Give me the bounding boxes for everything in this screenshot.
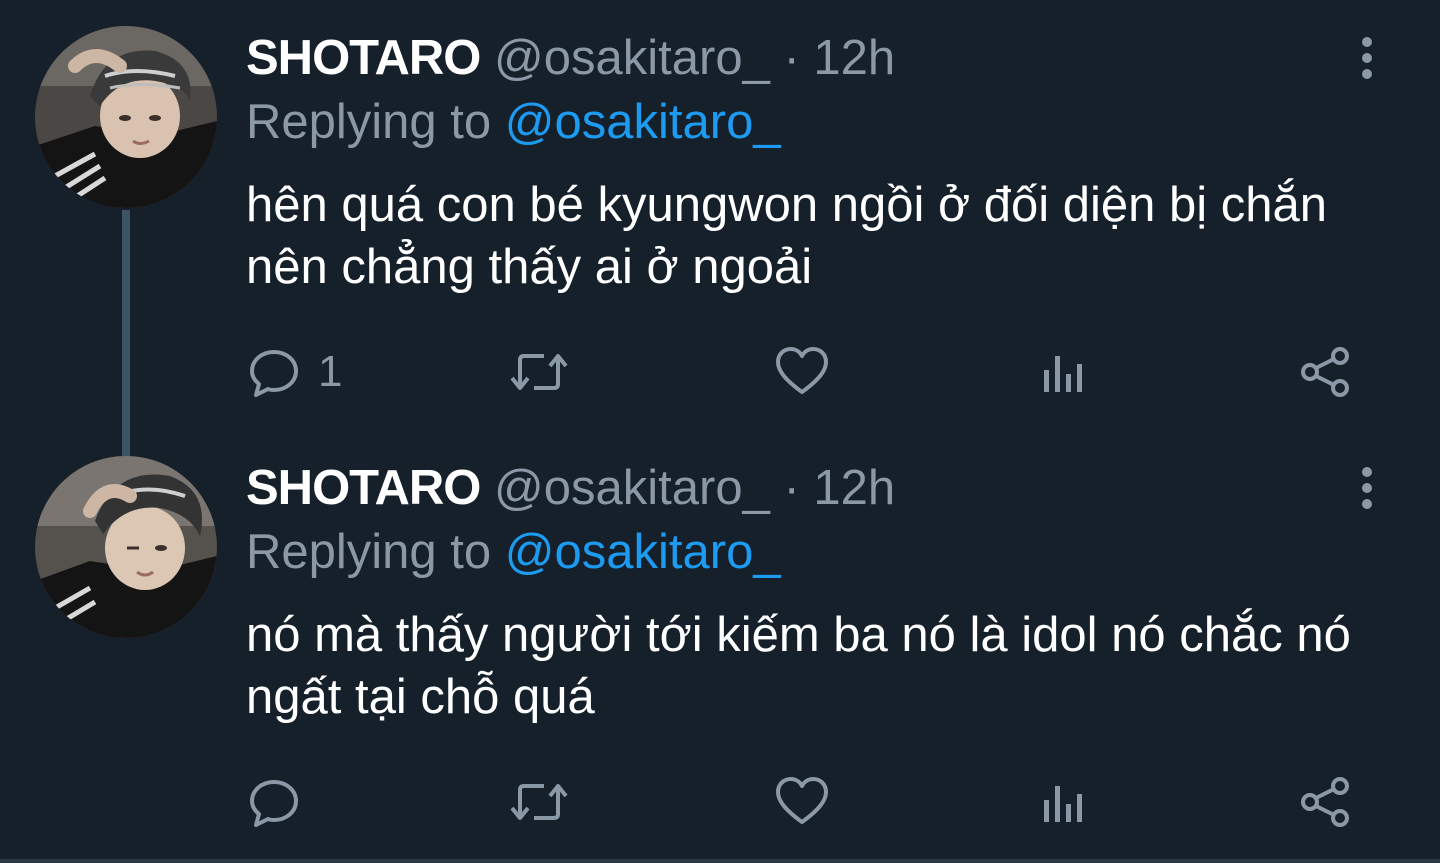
replying-handle-link[interactable]: @osakitaro_ xyxy=(505,95,781,149)
analytics-button[interactable] xyxy=(1040,772,1088,832)
timestamp[interactable]: 12h xyxy=(813,31,895,85)
tweet-text: hên quá con bé kyungwon ngồi ở đối diện … xyxy=(246,178,1327,294)
heart-icon xyxy=(776,777,828,824)
retweet-icon xyxy=(510,784,568,820)
analytics-icon xyxy=(1044,786,1082,822)
thread-line xyxy=(122,210,130,456)
like-button[interactable] xyxy=(774,772,830,832)
replying-handle-link[interactable]: @osakitaro_ xyxy=(505,525,781,579)
reply-icon xyxy=(250,350,298,397)
replying-to: Replying to @osakitaro_ xyxy=(246,522,781,582)
share-icon xyxy=(1301,777,1349,827)
more-options-button[interactable] xyxy=(1350,466,1384,514)
reply-icon xyxy=(250,780,298,827)
more-options-button[interactable] xyxy=(1350,36,1384,84)
tweet[interactable]: SHOTARO @osakitaro_ · 12h Replying to @o… xyxy=(0,0,1440,456)
replying-to: Replying to @osakitaro_ xyxy=(246,92,781,152)
replying-label: Replying to xyxy=(246,525,492,579)
like-button[interactable] xyxy=(774,342,830,402)
separator: · xyxy=(783,461,800,515)
tweet-actions: 1 xyxy=(0,342,1440,402)
tweet[interactable]: SHOTARO @osakitaro_ · 12h Replying to @o… xyxy=(0,430,1440,863)
divider xyxy=(0,859,1440,863)
heart-icon xyxy=(776,347,828,394)
retweet-button[interactable] xyxy=(508,772,570,832)
retweet-button[interactable] xyxy=(508,342,570,402)
share-button[interactable] xyxy=(1298,772,1354,832)
more-vertical-icon xyxy=(1362,467,1372,509)
more-vertical-icon xyxy=(1362,37,1372,79)
avatar[interactable] xyxy=(35,26,217,208)
display-name[interactable]: SHOTARO xyxy=(246,461,481,515)
user-handle[interactable]: @osakitaro_ xyxy=(494,461,770,515)
tweet-text: nó mà thấy người tới kiếm ba nó là idol … xyxy=(246,608,1351,724)
timestamp[interactable]: 12h xyxy=(813,461,895,515)
replying-label: Replying to xyxy=(246,95,492,149)
reply-count: 1 xyxy=(318,347,343,396)
reply-button[interactable] xyxy=(246,772,318,832)
share-icon xyxy=(1301,347,1349,397)
tweet-header: SHOTARO @osakitaro_ · 12h xyxy=(246,458,895,518)
retweet-icon xyxy=(510,354,568,390)
avatar[interactable] xyxy=(35,456,217,638)
analytics-icon xyxy=(1044,356,1082,392)
display-name[interactable]: SHOTARO xyxy=(246,31,481,85)
tweet-header: SHOTARO @osakitaro_ · 12h xyxy=(246,28,895,88)
tweet-actions xyxy=(0,772,1440,832)
share-button[interactable] xyxy=(1298,342,1354,402)
reply-button[interactable]: 1 xyxy=(246,342,342,402)
analytics-button[interactable] xyxy=(1040,342,1088,402)
separator: · xyxy=(783,31,800,85)
user-handle[interactable]: @osakitaro_ xyxy=(494,31,770,85)
